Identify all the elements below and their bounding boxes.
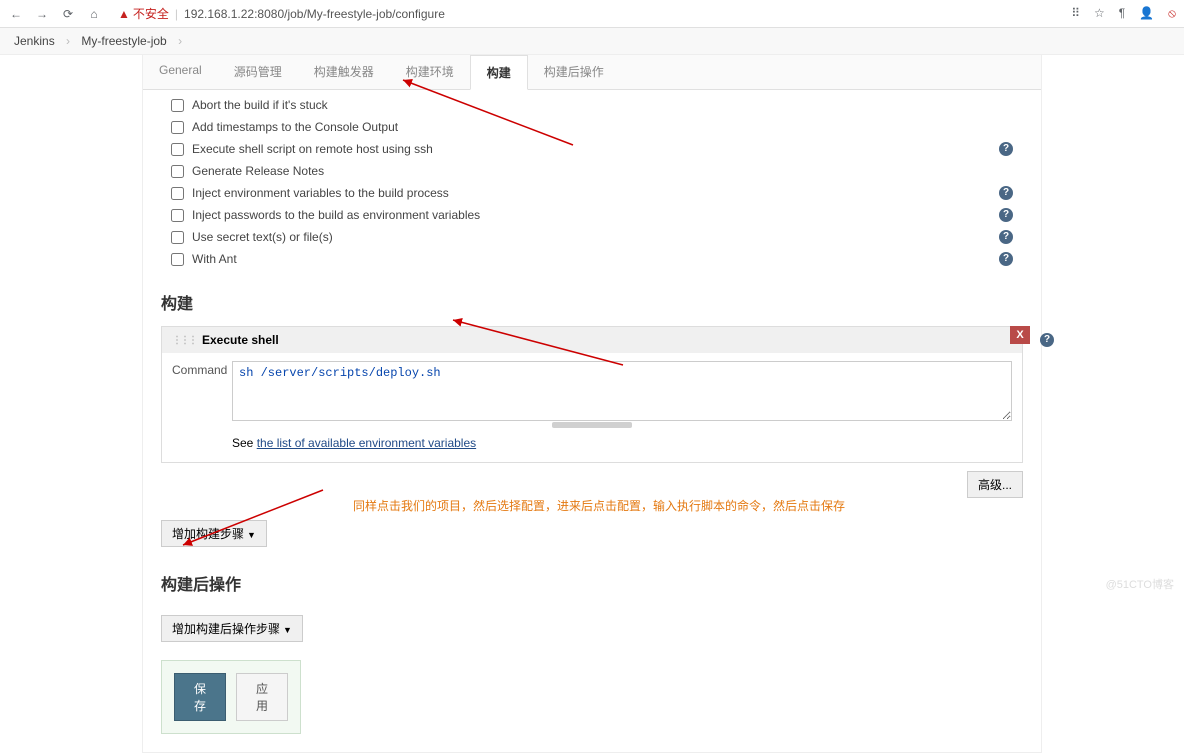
env-checkbox[interactable] (171, 121, 184, 134)
add-post-build-step-button[interactable]: 增加构建后操作步骤▼ (161, 615, 303, 642)
env-check-row: With Ant? (143, 248, 1041, 270)
env-check-row: Add timestamps to the Console Output (143, 116, 1041, 138)
apply-button[interactable]: 应用 (236, 673, 288, 721)
breadcrumb-root[interactable]: Jenkins (14, 34, 55, 48)
add-build-step-button[interactable]: 增加构建步骤▼ (161, 520, 267, 547)
build-env-options: Abort the build if it's stuck Add timesta… (143, 90, 1041, 274)
build-section-title: 构建 (143, 274, 1041, 326)
help-icon[interactable]: ? (999, 208, 1013, 222)
env-checkbox[interactable] (171, 143, 184, 156)
help-icon[interactable]: ? (999, 142, 1013, 156)
breadcrumb: Jenkins › My-freestyle-job › (0, 28, 1184, 55)
env-check-label: Abort the build if it's stuck (192, 98, 328, 112)
config-tabs: General 源码管理 构建触发器 构建环境 构建 构建后操作 (143, 55, 1041, 90)
env-check-row: Execute shell script on remote host usin… (143, 138, 1041, 160)
env-check-row: Use secret text(s) or file(s)? (143, 226, 1041, 248)
tab-general[interactable]: General (143, 55, 218, 89)
env-vars-link[interactable]: the list of available environment variab… (257, 436, 476, 450)
env-check-label: Inject passwords to the build as environ… (192, 208, 480, 222)
execute-shell-step: X ? ⋮⋮⋮ Execute shell Command See the li… (161, 326, 1023, 463)
env-check-row: Inject environment variables to the buil… (143, 182, 1041, 204)
help-icon[interactable]: ? (1040, 333, 1054, 347)
env-checkbox[interactable] (171, 209, 184, 222)
browser-toolbar: ← → ⟳ ⌂ ▲ 不安全 | 192.168.1.22:8080/job/My… (0, 0, 1184, 28)
stop-icon[interactable]: ⦸ (1168, 6, 1176, 21)
env-checkbox[interactable] (171, 165, 184, 178)
env-checkbox[interactable] (171, 187, 184, 200)
back-icon[interactable]: ← (8, 7, 24, 21)
command-label: Command (172, 361, 232, 421)
translate-icon[interactable]: ⠿ (1071, 6, 1080, 21)
env-check-label: Inject environment variables to the buil… (192, 186, 449, 200)
insecure-badge: ▲ 不安全 (118, 5, 169, 22)
command-textarea[interactable] (232, 361, 1012, 421)
breadcrumb-job[interactable]: My-freestyle-job (81, 34, 166, 48)
insecure-label: 不安全 (133, 5, 169, 22)
annotation-text: 同样点击我们的项目，然后选择配置，进来后点击配置，输入执行脚本的命令，然后点击保… (353, 497, 845, 514)
star-icon[interactable]: ☆ (1094, 6, 1105, 21)
url-text: 192.168.1.22:8080/job/My-freestyle-job/c… (184, 7, 445, 21)
env-checkbox[interactable] (171, 99, 184, 112)
help-icon[interactable]: ? (999, 186, 1013, 200)
tab-env[interactable]: 构建环境 (390, 55, 470, 89)
tab-scm[interactable]: 源码管理 (218, 55, 298, 89)
env-check-label: Generate Release Notes (192, 164, 324, 178)
profile-icon[interactable]: 👤 (1139, 6, 1154, 21)
step-title: Execute shell (202, 333, 279, 347)
reload-icon[interactable]: ⟳ (60, 7, 76, 21)
url-bar[interactable]: ▲ 不安全 | 192.168.1.22:8080/job/My-freesty… (118, 5, 1061, 22)
footer-buttons: 保存 应用 (161, 660, 301, 734)
warning-icon: ▲ (118, 7, 130, 21)
env-check-row: Abort the build if it's stuck (143, 94, 1041, 116)
forward-icon[interactable]: → (34, 7, 50, 21)
delete-step-button[interactable]: X (1010, 326, 1030, 344)
env-check-row: Inject passwords to the build as environ… (143, 204, 1041, 226)
env-check-label: Add timestamps to the Console Output (192, 120, 398, 134)
pilcrow-icon[interactable]: ¶ (1119, 6, 1125, 21)
chevron-down-icon: ▼ (247, 530, 256, 540)
env-checkbox[interactable] (171, 231, 184, 244)
tab-build[interactable]: 构建 (470, 55, 528, 90)
save-button[interactable]: 保存 (174, 673, 226, 721)
chevron-down-icon: ▼ (283, 625, 292, 635)
env-check-label: Execute shell script on remote host usin… (192, 142, 433, 156)
env-checkbox[interactable] (171, 253, 184, 266)
env-check-row: Generate Release Notes (143, 160, 1041, 182)
drag-handle-icon[interactable]: ⋮⋮⋮ (172, 335, 196, 346)
env-check-label: Use secret text(s) or file(s) (192, 230, 333, 244)
help-icon[interactable]: ? (999, 230, 1013, 244)
post-build-title: 构建后操作 (143, 555, 1041, 607)
env-check-label: With Ant (192, 252, 237, 266)
help-icon[interactable]: ? (999, 252, 1013, 266)
home-icon[interactable]: ⌂ (86, 7, 102, 21)
tab-triggers[interactable]: 构建触发器 (298, 55, 390, 89)
env-link-prefix: See (232, 436, 257, 450)
tab-post[interactable]: 构建后操作 (528, 55, 620, 89)
config-page: General 源码管理 构建触发器 构建环境 构建 构建后操作 Abort t… (142, 55, 1042, 753)
advanced-button[interactable]: 高级... (967, 471, 1023, 498)
step-header[interactable]: ⋮⋮⋮ Execute shell (162, 327, 1022, 353)
watermark: @51CTO博客 (1106, 576, 1174, 592)
